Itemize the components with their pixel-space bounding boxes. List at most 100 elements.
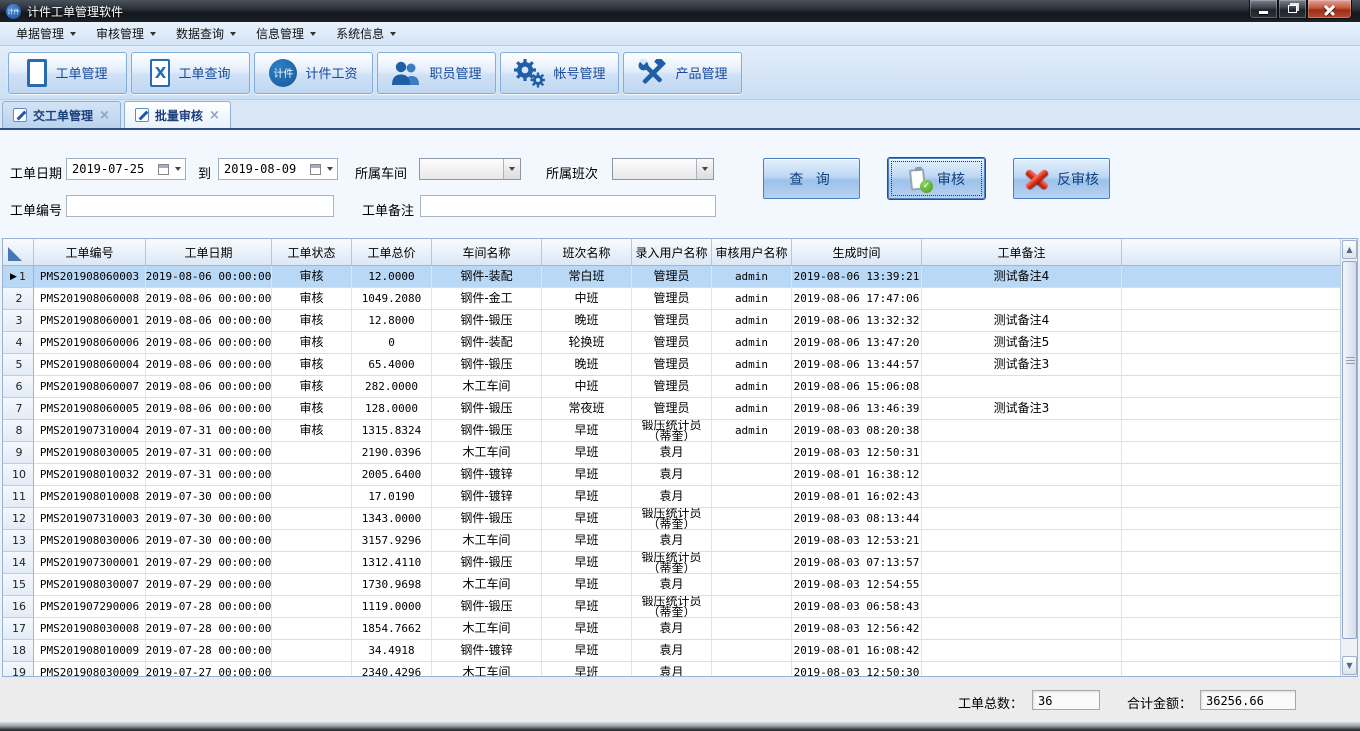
table-row[interactable]: 8 PMS201907310004 2019-07-31 00:00:00 审核… bbox=[3, 420, 1340, 442]
row-number-cell[interactable]: 6 bbox=[3, 376, 34, 398]
cell-order-date: 2019-07-29 00:00:00 bbox=[146, 574, 272, 596]
column-header-created[interactable]: 生成时间 bbox=[792, 239, 922, 266]
row-number-cell[interactable]: 17 bbox=[3, 618, 34, 640]
column-header-remark[interactable]: 工单备注 bbox=[922, 239, 1122, 266]
table-row[interactable]: 16 PMS201907290006 2019-07-28 00:00:00 1… bbox=[3, 596, 1340, 618]
row-number-cell[interactable]: 10 bbox=[3, 464, 34, 486]
row-number-cell[interactable]: 4 bbox=[3, 332, 34, 354]
cell-order-no: PMS201908030006 bbox=[34, 530, 146, 552]
row-number-cell[interactable]: 12 bbox=[3, 508, 34, 530]
table-row[interactable]: 14 PMS201907300001 2019-07-29 00:00:00 1… bbox=[3, 552, 1340, 574]
table-row[interactable]: 2 PMS201908060008 2019-08-06 00:00:00 审核… bbox=[3, 288, 1340, 310]
row-number-cell[interactable]: 14 bbox=[3, 552, 34, 574]
column-header-shift[interactable]: 班次名称 bbox=[542, 239, 632, 266]
table-row[interactable]: 10 PMS201908010032 2019-07-31 00:00:00 2… bbox=[3, 464, 1340, 486]
cell-entry-user: 管理员 bbox=[632, 376, 712, 398]
table-row[interactable]: 11 PMS201908010008 2019-07-30 00:00:00 1… bbox=[3, 486, 1340, 508]
toolbar-button-product-manage[interactable]: 产品管理 bbox=[623, 52, 742, 94]
table-row[interactable]: 7 PMS201908060005 2019-08-06 00:00:00 审核… bbox=[3, 398, 1340, 420]
row-number-cell[interactable]: 16 bbox=[3, 596, 34, 618]
cell-shift: 晚班 bbox=[542, 354, 632, 376]
tab-batch-audit[interactable]: 批量审核 × bbox=[124, 101, 231, 128]
scrollbar-thumb[interactable] bbox=[1342, 261, 1357, 639]
row-number-cell[interactable]: 11 bbox=[3, 486, 34, 508]
cell-entry-user: 锻压统计员（蒂奎） bbox=[632, 596, 712, 618]
cell-filler bbox=[1122, 552, 1340, 574]
row-number-cell[interactable]: 19 bbox=[3, 662, 34, 676]
table-row[interactable]: 9 PMS201908030005 2019-07-31 00:00:00 21… bbox=[3, 442, 1340, 464]
column-header-audit-user[interactable]: 审核用户名称 bbox=[712, 239, 792, 266]
workshop-select[interactable] bbox=[419, 158, 521, 180]
row-number-cell[interactable]: 7 bbox=[3, 398, 34, 420]
cell-filler bbox=[1122, 288, 1340, 310]
table-row[interactable]: 6 PMS201908060007 2019-08-06 00:00:00 审核… bbox=[3, 376, 1340, 398]
column-header-total[interactable]: 工单总价 bbox=[352, 239, 432, 266]
row-number-cell[interactable]: 2 bbox=[3, 288, 34, 310]
menu-item-info[interactable]: 信息管理 bbox=[246, 23, 326, 45]
table-row[interactable]: 19 PMS201908030009 2019-07-27 00:00:00 2… bbox=[3, 662, 1340, 676]
table-row[interactable]: ▶1 PMS201908060003 2019-08-06 00:00:00 审… bbox=[3, 266, 1340, 288]
cell-created: 2019-08-03 12:53:21 bbox=[792, 530, 922, 552]
vertical-scrollbar[interactable]: ▲ ▼ bbox=[1340, 239, 1357, 676]
row-number-cell[interactable]: 3 bbox=[3, 310, 34, 332]
table-row[interactable]: 15 PMS201908030007 2019-07-29 00:00:00 1… bbox=[3, 574, 1340, 596]
toolbar-button-staff-manage[interactable]: 职员管理 bbox=[377, 52, 496, 94]
unaudit-button[interactable]: 反审核 bbox=[1013, 158, 1110, 199]
column-header-workshop[interactable]: 车间名称 bbox=[432, 239, 542, 266]
cell-audit-user: admin bbox=[712, 398, 792, 420]
table-row[interactable]: 12 PMS201907310003 2019-07-30 00:00:00 1… bbox=[3, 508, 1340, 530]
column-header-status[interactable]: 工单状态 bbox=[272, 239, 352, 266]
audit-button[interactable]: ✓ 审核 bbox=[888, 158, 985, 199]
shift-select[interactable] bbox=[612, 158, 714, 180]
toolbar-button-piece-wage[interactable]: 计件 计件工资 bbox=[254, 52, 373, 94]
row-number-cell[interactable]: 18 bbox=[3, 640, 34, 662]
column-header-order-no[interactable]: 工单编号 bbox=[34, 239, 146, 266]
combo-arrow-button[interactable] bbox=[696, 159, 713, 179]
column-header-entry-user[interactable]: 录入用户名称 bbox=[632, 239, 712, 266]
toolbar-button-account-manage[interactable]: 帐号管理 bbox=[500, 52, 619, 94]
query-button[interactable]: 查 询 bbox=[763, 158, 860, 199]
toolbar-button-order-manage[interactable]: 工单管理 bbox=[8, 52, 127, 94]
tab-close-icon[interactable]: × bbox=[209, 108, 220, 123]
menu-item-system[interactable]: 系统信息 bbox=[326, 23, 406, 45]
menu-item-orders[interactable]: 单据管理 bbox=[6, 23, 86, 45]
restore-button[interactable] bbox=[1278, 0, 1307, 19]
row-number-cell[interactable]: 13 bbox=[3, 530, 34, 552]
row-number-cell[interactable]: 15 bbox=[3, 574, 34, 596]
date-to-picker[interactable]: 2019-08-09 bbox=[218, 158, 338, 180]
cell-created: 2019-08-03 12:50:30 bbox=[792, 662, 922, 676]
combo-arrow-button[interactable] bbox=[503, 159, 520, 179]
cell-workshop: 木工车间 bbox=[432, 618, 542, 640]
close-button[interactable] bbox=[1307, 0, 1352, 19]
cell-audit-user bbox=[712, 618, 792, 640]
order-no-input[interactable] bbox=[66, 195, 334, 217]
row-number-cell[interactable]: 9 bbox=[3, 442, 34, 464]
select-all-corner[interactable] bbox=[3, 239, 34, 266]
table-row[interactable]: 18 PMS201908010009 2019-07-28 00:00:00 3… bbox=[3, 640, 1340, 662]
scroll-down-button[interactable]: ▼ bbox=[1342, 656, 1357, 675]
row-number-cell[interactable]: ▶1 bbox=[3, 266, 34, 288]
table-row[interactable]: 4 PMS201908060006 2019-08-06 00:00:00 审核… bbox=[3, 332, 1340, 354]
table-row[interactable]: 17 PMS201908030008 2019-07-28 00:00:00 1… bbox=[3, 618, 1340, 640]
minimize-button[interactable] bbox=[1249, 0, 1278, 19]
cell-shift: 常白班 bbox=[542, 266, 632, 288]
menu-item-audit[interactable]: 审核管理 bbox=[86, 23, 166, 45]
scroll-up-button[interactable]: ▲ bbox=[1342, 240, 1357, 259]
table-row[interactable]: 5 PMS201908060004 2019-08-06 00:00:00 审核… bbox=[3, 354, 1340, 376]
cell-entry-user: 袁月 bbox=[632, 574, 712, 596]
toolbar-button-order-query[interactable]: X 工单查询 bbox=[131, 52, 250, 94]
table-row[interactable]: 13 PMS201908030006 2019-07-30 00:00:00 3… bbox=[3, 530, 1340, 552]
tab-delivery-order-manage[interactable]: 交工单管理 × bbox=[2, 101, 121, 128]
cell-order-date: 2019-07-31 00:00:00 bbox=[146, 464, 272, 486]
row-number-cell[interactable]: 5 bbox=[3, 354, 34, 376]
cell-remark bbox=[922, 574, 1122, 596]
menu-item-data-query[interactable]: 数据查询 bbox=[166, 23, 246, 45]
date-from-picker[interactable]: 2019-07-25 bbox=[66, 158, 186, 180]
tab-close-icon[interactable]: × bbox=[99, 108, 110, 123]
table-row[interactable]: 3 PMS201908060001 2019-08-06 00:00:00 审核… bbox=[3, 310, 1340, 332]
cell-total: 1315.8324 bbox=[352, 420, 432, 442]
order-date-label: 工单日期 bbox=[10, 163, 62, 182]
column-header-order-date[interactable]: 工单日期 bbox=[146, 239, 272, 266]
order-remark-input[interactable] bbox=[420, 195, 716, 217]
row-number-cell[interactable]: 8 bbox=[3, 420, 34, 442]
